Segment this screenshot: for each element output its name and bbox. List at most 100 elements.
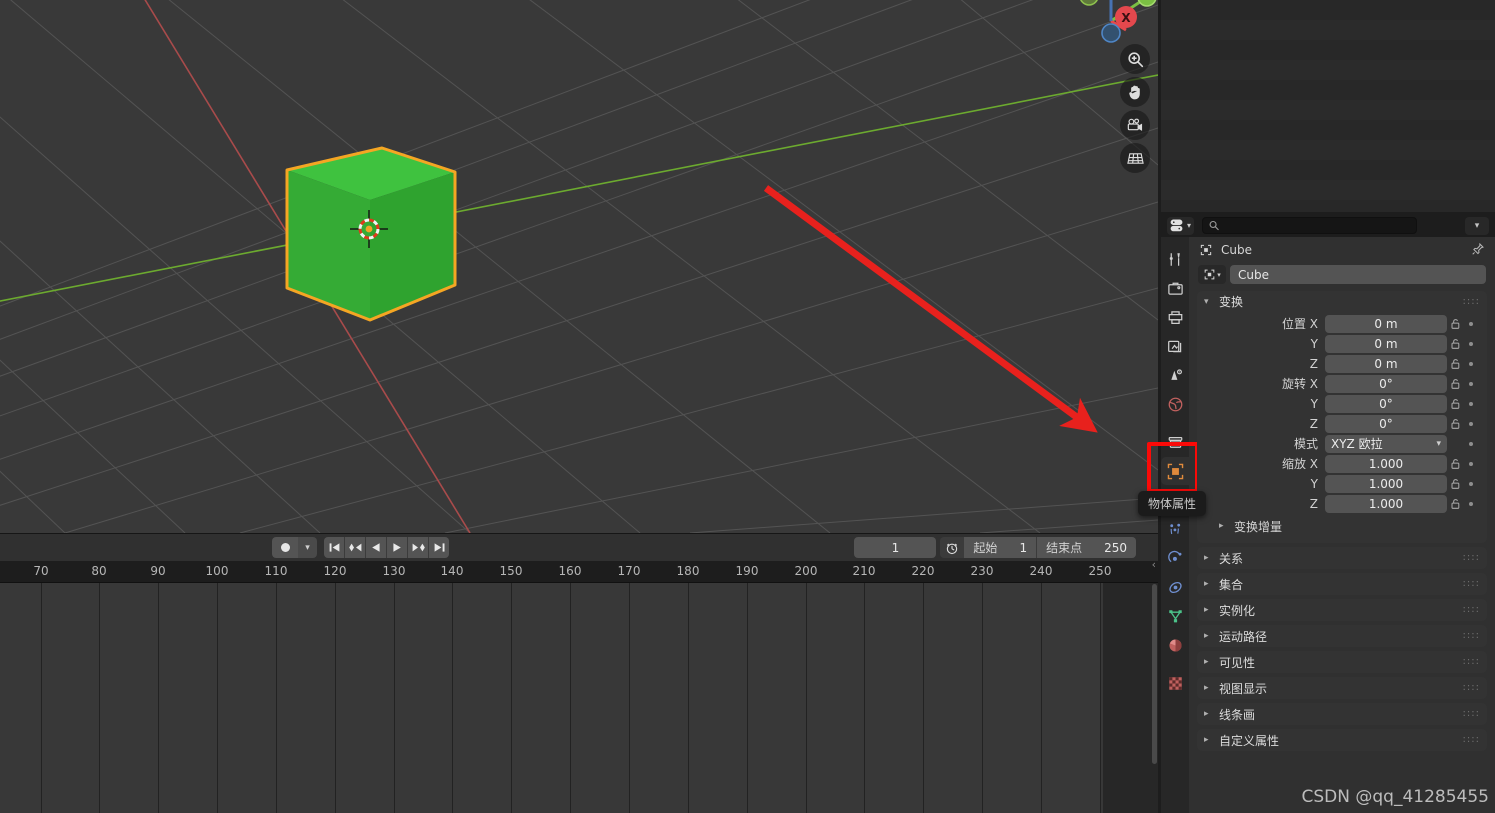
end-frame-field[interactable]: 结束点 250 (1037, 537, 1136, 558)
prev-keyframe-button[interactable] (345, 537, 365, 558)
property-value-field[interactable]: 0° (1325, 395, 1447, 413)
outliner-row[interactable] (1161, 80, 1495, 100)
unlock-icon[interactable] (1447, 418, 1463, 430)
animate-property-dot[interactable] (1463, 442, 1479, 446)
tab-constraints[interactable] (1161, 573, 1189, 601)
collapsed-panel[interactable]: ▸线条画:::: (1197, 703, 1487, 725)
navigation-gizmo[interactable]: X (1065, 0, 1157, 48)
unlock-icon[interactable] (1447, 338, 1463, 350)
outliner-row[interactable] (1161, 100, 1495, 120)
outliner-row[interactable] (1161, 200, 1495, 212)
tab-scene[interactable] (1161, 361, 1189, 389)
tab-object[interactable]: 物体属性 (1161, 457, 1189, 485)
tab-collection[interactable] (1161, 428, 1189, 456)
grid-icon[interactable] (1120, 143, 1150, 173)
object-datablock-icon[interactable]: ▾ (1198, 265, 1226, 284)
outliner-row[interactable] (1161, 60, 1495, 80)
transform-panel-body[interactable]: 位置 X0 mY0 mZ0 m旋转 X0°Y0°Z0°模式XYZ 欧拉▾缩放 X… (1197, 312, 1487, 543)
unlock-icon[interactable] (1447, 498, 1463, 510)
animate-property-dot[interactable] (1463, 502, 1479, 506)
property-value-field[interactable]: 0° (1325, 415, 1447, 433)
outliner-row[interactable] (1161, 140, 1495, 160)
jump-to-end-button[interactable] (429, 537, 449, 558)
animate-property-dot[interactable] (1463, 322, 1479, 326)
property-value-field[interactable]: 1.000 (1325, 455, 1447, 473)
animate-property-dot[interactable] (1463, 402, 1479, 406)
drag-grip-icon[interactable]: :::: (1463, 581, 1480, 587)
animate-property-dot[interactable] (1463, 422, 1479, 426)
tab-material[interactable] (1161, 631, 1189, 659)
timeline-vertical-scrollbar[interactable] (1152, 584, 1157, 764)
play-button[interactable] (387, 537, 407, 558)
outliner-row[interactable] (1161, 180, 1495, 200)
property-value-field[interactable]: 0° (1325, 375, 1447, 393)
collapsed-panels[interactable]: ▸关系::::▸集合::::▸实例化::::▸运动路径::::▸可见性::::▸… (1189, 547, 1495, 751)
animate-property-dot[interactable] (1463, 482, 1479, 486)
next-keyframe-button[interactable] (408, 537, 428, 558)
property-value-field[interactable]: 0 m (1325, 355, 1447, 373)
outliner-row[interactable] (1161, 160, 1495, 180)
tab-output[interactable] (1161, 303, 1189, 331)
viewport-navigation-buttons[interactable] (1120, 44, 1150, 173)
editor-type-selector[interactable]: ▾ (1167, 217, 1194, 235)
timeline-ruler[interactable]: 7080901001101201301401501601701801902002… (0, 561, 1158, 583)
collapsed-panel[interactable]: ▸实例化:::: (1197, 599, 1487, 621)
outliner-row[interactable] (1161, 20, 1495, 40)
camera-icon[interactable] (1120, 110, 1150, 140)
playback-buttons[interactable] (324, 537, 449, 558)
timeline-playback-controls[interactable]: ▾ (272, 537, 449, 558)
property-value-field[interactable]: 1.000 (1325, 475, 1447, 493)
chevron-down-icon[interactable]: ▾ (298, 537, 317, 558)
transform-panel-header[interactable]: ▾ 变换 :::: (1197, 291, 1487, 312)
tab-particles[interactable] (1161, 515, 1189, 543)
tab-physics[interactable] (1161, 544, 1189, 572)
animate-property-dot[interactable] (1463, 362, 1479, 366)
search-field[interactable] (1202, 217, 1417, 234)
tab-render[interactable] (1161, 274, 1189, 302)
collapsed-panel[interactable]: ▸可见性:::: (1197, 651, 1487, 673)
delta-transform-subpanel[interactable]: ▸变换增量 (1197, 516, 1487, 536)
timeline-track-area[interactable] (0, 583, 1158, 813)
unlock-icon[interactable] (1447, 478, 1463, 490)
outliner-row[interactable] (1161, 120, 1495, 140)
start-frame-field[interactable]: 起始 1 (964, 537, 1036, 558)
drag-grip-icon[interactable]: :::: (1463, 633, 1480, 639)
stopwatch-icon[interactable] (940, 537, 964, 558)
property-value-field[interactable]: 0 m (1325, 335, 1447, 353)
collapsed-panel[interactable]: ▸关系:::: (1197, 547, 1487, 569)
3d-viewport[interactable]: X (0, 0, 1158, 533)
collapsed-panel[interactable]: ▸集合:::: (1197, 573, 1487, 595)
drag-grip-icon[interactable]: :::: (1463, 685, 1480, 691)
tab-view-layer[interactable] (1161, 332, 1189, 360)
frame-range-group[interactable]: 起始 1 结束点 250 (940, 537, 1136, 558)
outliner-row[interactable] (1161, 0, 1495, 20)
unlock-icon[interactable] (1447, 458, 1463, 470)
drag-grip-icon[interactable]: :::: (1463, 555, 1480, 561)
animate-property-dot[interactable] (1463, 462, 1479, 466)
animate-property-dot[interactable] (1463, 382, 1479, 386)
collapsed-panel[interactable]: ▸运动路径:::: (1197, 625, 1487, 647)
tab-data[interactable] (1161, 602, 1189, 630)
current-frame-field[interactable]: 1 (854, 537, 936, 558)
search-input[interactable] (1223, 219, 1410, 232)
property-value-field[interactable]: 0 m (1325, 315, 1447, 333)
hand-icon[interactable] (1120, 77, 1150, 107)
unlock-icon[interactable] (1447, 358, 1463, 370)
tab-texture[interactable] (1161, 669, 1189, 697)
auto-keying-group[interactable]: ▾ (272, 537, 317, 558)
scroll-arrow-icon[interactable]: ‹ (1152, 558, 1156, 571)
property-value-field[interactable]: 1.000 (1325, 495, 1447, 513)
collapsed-panel[interactable]: ▸视图显示:::: (1197, 677, 1487, 699)
drag-grip-icon[interactable]: :::: (1463, 607, 1480, 613)
unlock-icon[interactable] (1447, 318, 1463, 330)
collapsed-panel[interactable]: ▸自定义属性:::: (1197, 729, 1487, 751)
tab-world[interactable] (1161, 390, 1189, 418)
outliner-row[interactable] (1161, 40, 1495, 60)
unlock-icon[interactable] (1447, 378, 1463, 390)
object-id-row[interactable]: ▾ Cube (1189, 265, 1495, 284)
drag-grip-icon[interactable]: :::: (1463, 659, 1480, 665)
header-options-dropdown[interactable]: ▾ (1465, 217, 1489, 235)
timeline-editor[interactable]: ▾ (0, 533, 1158, 813)
outliner-editor[interactable] (1161, 0, 1495, 212)
drag-grip-icon[interactable]: :::: (1463, 711, 1480, 717)
